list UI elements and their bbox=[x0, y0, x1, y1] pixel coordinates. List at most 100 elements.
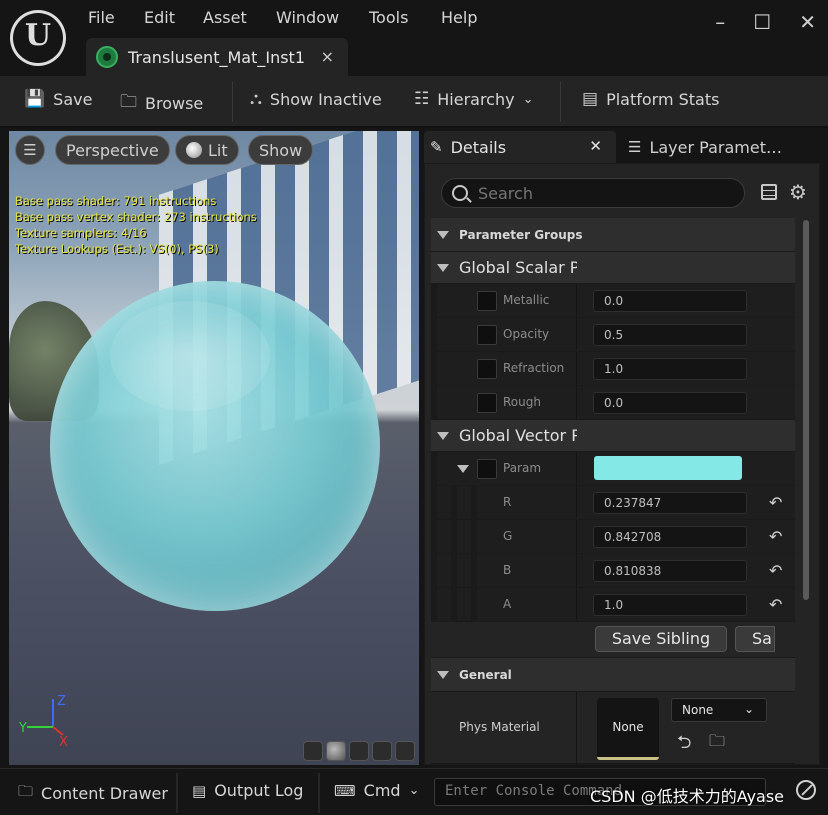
table-view-icon[interactable] bbox=[761, 184, 777, 200]
browse-label: Browse bbox=[145, 94, 204, 113]
global-scalar-header[interactable]: Global Scalar Pa bbox=[431, 252, 795, 284]
output-log-label: Output Log bbox=[214, 781, 304, 800]
menu-window[interactable]: Window bbox=[276, 8, 339, 27]
channel-r-value-field[interactable]: 0.237847 bbox=[593, 492, 747, 514]
perspective-button[interactable]: Perspective bbox=[55, 135, 170, 165]
channel-g-label: G bbox=[503, 529, 513, 543]
save-child-button[interactable]: Sa bbox=[735, 626, 775, 652]
search-box[interactable] bbox=[441, 178, 745, 208]
save-sibling-button[interactable]: Save Sibling bbox=[595, 626, 727, 652]
vector-channel-row: A 1.0 ↶ bbox=[431, 588, 795, 622]
search-input[interactable] bbox=[478, 183, 698, 203]
vector-param-row: Param bbox=[431, 452, 795, 486]
opacity-enable-checkbox[interactable] bbox=[477, 325, 497, 345]
maximize-icon[interactable]: ☐ bbox=[753, 10, 771, 34]
param-label: Param bbox=[503, 461, 542, 475]
tab-details-label: Details bbox=[450, 137, 507, 157]
nodes-icon: ⛬ bbox=[250, 89, 262, 109]
cylinder-preview-icon[interactable] bbox=[303, 741, 323, 761]
reset-arrow-icon[interactable]: ↶ bbox=[769, 527, 782, 546]
details-scrollbar[interactable] bbox=[803, 220, 809, 600]
column-divider bbox=[576, 352, 577, 385]
show-inactive-button[interactable]: ⛬ Show Inactive bbox=[250, 89, 382, 109]
rough-value-field[interactable]: 0.0 bbox=[593, 392, 747, 414]
tab-layer-label: Layer Paramet… bbox=[649, 137, 782, 157]
indent-guide bbox=[471, 520, 477, 553]
opacity-value-field[interactable]: 0.5 bbox=[593, 324, 747, 346]
hamburger-icon: ☰ bbox=[23, 141, 37, 159]
viewport-menu-button[interactable]: ☰ bbox=[15, 135, 45, 165]
material-preview-viewport[interactable]: ☰ Perspective Lit Show Base pass shader:… bbox=[9, 131, 419, 765]
menu-asset[interactable]: Asset bbox=[203, 8, 247, 27]
rough-enable-checkbox[interactable] bbox=[477, 393, 497, 413]
hierarchy-dropdown[interactable]: ☷ Hierarchy ⌄ bbox=[414, 89, 534, 109]
tab-details[interactable]: ✎ Details ✕ bbox=[424, 131, 616, 163]
parameter-groups-header[interactable]: Parameter Groups bbox=[431, 218, 795, 252]
channel-b-value-field[interactable]: 0.810838 bbox=[593, 560, 747, 582]
global-vector-header[interactable]: Global Vector P bbox=[431, 420, 795, 452]
gear-icon[interactable]: ⚙ bbox=[789, 180, 807, 204]
content-drawer-button[interactable]: 🗀 Content Drawer bbox=[18, 781, 168, 806]
reset-arrow-icon[interactable]: ↶ bbox=[769, 493, 782, 512]
output-log-button[interactable]: ▤ Output Log bbox=[192, 781, 303, 800]
indent-guide bbox=[471, 554, 477, 587]
save-button[interactable]: 💾 Save bbox=[24, 89, 92, 109]
phys-material-thumbnail[interactable]: None bbox=[597, 698, 659, 760]
tab-layer-parameters[interactable]: ☰ Layer Paramet… bbox=[622, 131, 822, 163]
platform-stats-label: Platform Stats bbox=[606, 89, 720, 109]
close-tab-icon[interactable]: × bbox=[321, 47, 334, 66]
lit-mode-button[interactable]: Lit bbox=[175, 135, 239, 165]
param-enable-checkbox[interactable] bbox=[477, 459, 497, 479]
column-divider bbox=[576, 486, 577, 519]
chevron-down-icon: ⌄ bbox=[743, 702, 754, 716]
indent-guide bbox=[431, 520, 437, 553]
document-tab[interactable]: Translusent_Mat_Inst1 × bbox=[86, 38, 348, 76]
show-button[interactable]: Show bbox=[248, 135, 314, 165]
cmd-dropdown[interactable]: ⌨ Cmd ⌄ bbox=[334, 781, 419, 800]
lit-label: Lit bbox=[208, 140, 228, 160]
minimize-icon[interactable]: – bbox=[715, 10, 725, 34]
channel-g-value-field[interactable]: 0.842708 bbox=[593, 526, 747, 548]
browse-button[interactable]: 🗀 Browse bbox=[120, 89, 203, 118]
plane-preview-icon[interactable] bbox=[349, 741, 369, 761]
phys-material-dropdown[interactable]: None ⌄ bbox=[671, 698, 767, 722]
no-sign-icon[interactable] bbox=[796, 780, 816, 800]
use-selected-arrow-icon[interactable]: ⮌ bbox=[677, 730, 691, 760]
stat-line: Base pass vertex shader: 273 instruction… bbox=[15, 210, 257, 224]
expand-arrow-icon[interactable] bbox=[457, 465, 469, 473]
indent-guide bbox=[451, 486, 457, 519]
chevron-down-icon: ⌄ bbox=[522, 91, 534, 107]
refraction-value-field[interactable]: 1.0 bbox=[593, 358, 747, 380]
color-swatch[interactable] bbox=[594, 456, 742, 480]
close-window-icon[interactable]: ✕ bbox=[799, 10, 816, 34]
channel-r-label: R bbox=[503, 495, 512, 509]
refraction-enable-checkbox[interactable] bbox=[477, 359, 497, 379]
menu-edit[interactable]: Edit bbox=[144, 8, 175, 27]
channel-a-value-field[interactable]: 1.0 bbox=[593, 594, 747, 616]
menu-tools[interactable]: Tools bbox=[369, 8, 408, 27]
sphere-preview-icon[interactable] bbox=[326, 741, 346, 761]
indent-guide bbox=[451, 554, 457, 587]
metallic-value-field[interactable]: 0.0 bbox=[593, 290, 747, 312]
unreal-logo-icon[interactable]: U bbox=[10, 10, 66, 66]
content-drawer-icon: 🗀 bbox=[18, 782, 34, 800]
menu-file[interactable]: File bbox=[88, 8, 115, 27]
cube-preview-icon[interactable] bbox=[372, 741, 392, 761]
close-details-icon[interactable]: ✕ bbox=[589, 137, 602, 155]
reset-arrow-icon[interactable]: ↶ bbox=[769, 595, 782, 614]
menu-help[interactable]: Help bbox=[441, 8, 477, 27]
platform-stats-button[interactable]: ▤ Platform Stats bbox=[582, 89, 719, 109]
column-divider bbox=[576, 588, 577, 621]
browse-asset-icon[interactable]: 🗀 bbox=[709, 730, 725, 757]
content-drawer-label: Content Drawer bbox=[41, 784, 168, 803]
general-header[interactable]: General bbox=[431, 658, 795, 692]
column-divider bbox=[576, 284, 577, 317]
phys-material-dropdown-value: None bbox=[682, 703, 714, 717]
indent-guide bbox=[431, 486, 437, 519]
scalar-param-row: Metallic 0.0 bbox=[431, 284, 795, 318]
metallic-enable-checkbox[interactable] bbox=[477, 291, 497, 311]
reset-arrow-icon[interactable]: ↶ bbox=[769, 561, 782, 580]
teapot-preview-icon[interactable] bbox=[395, 741, 415, 761]
scalar-param-row: Rough 0.0 bbox=[431, 386, 795, 420]
expand-arrow-icon bbox=[437, 231, 449, 239]
